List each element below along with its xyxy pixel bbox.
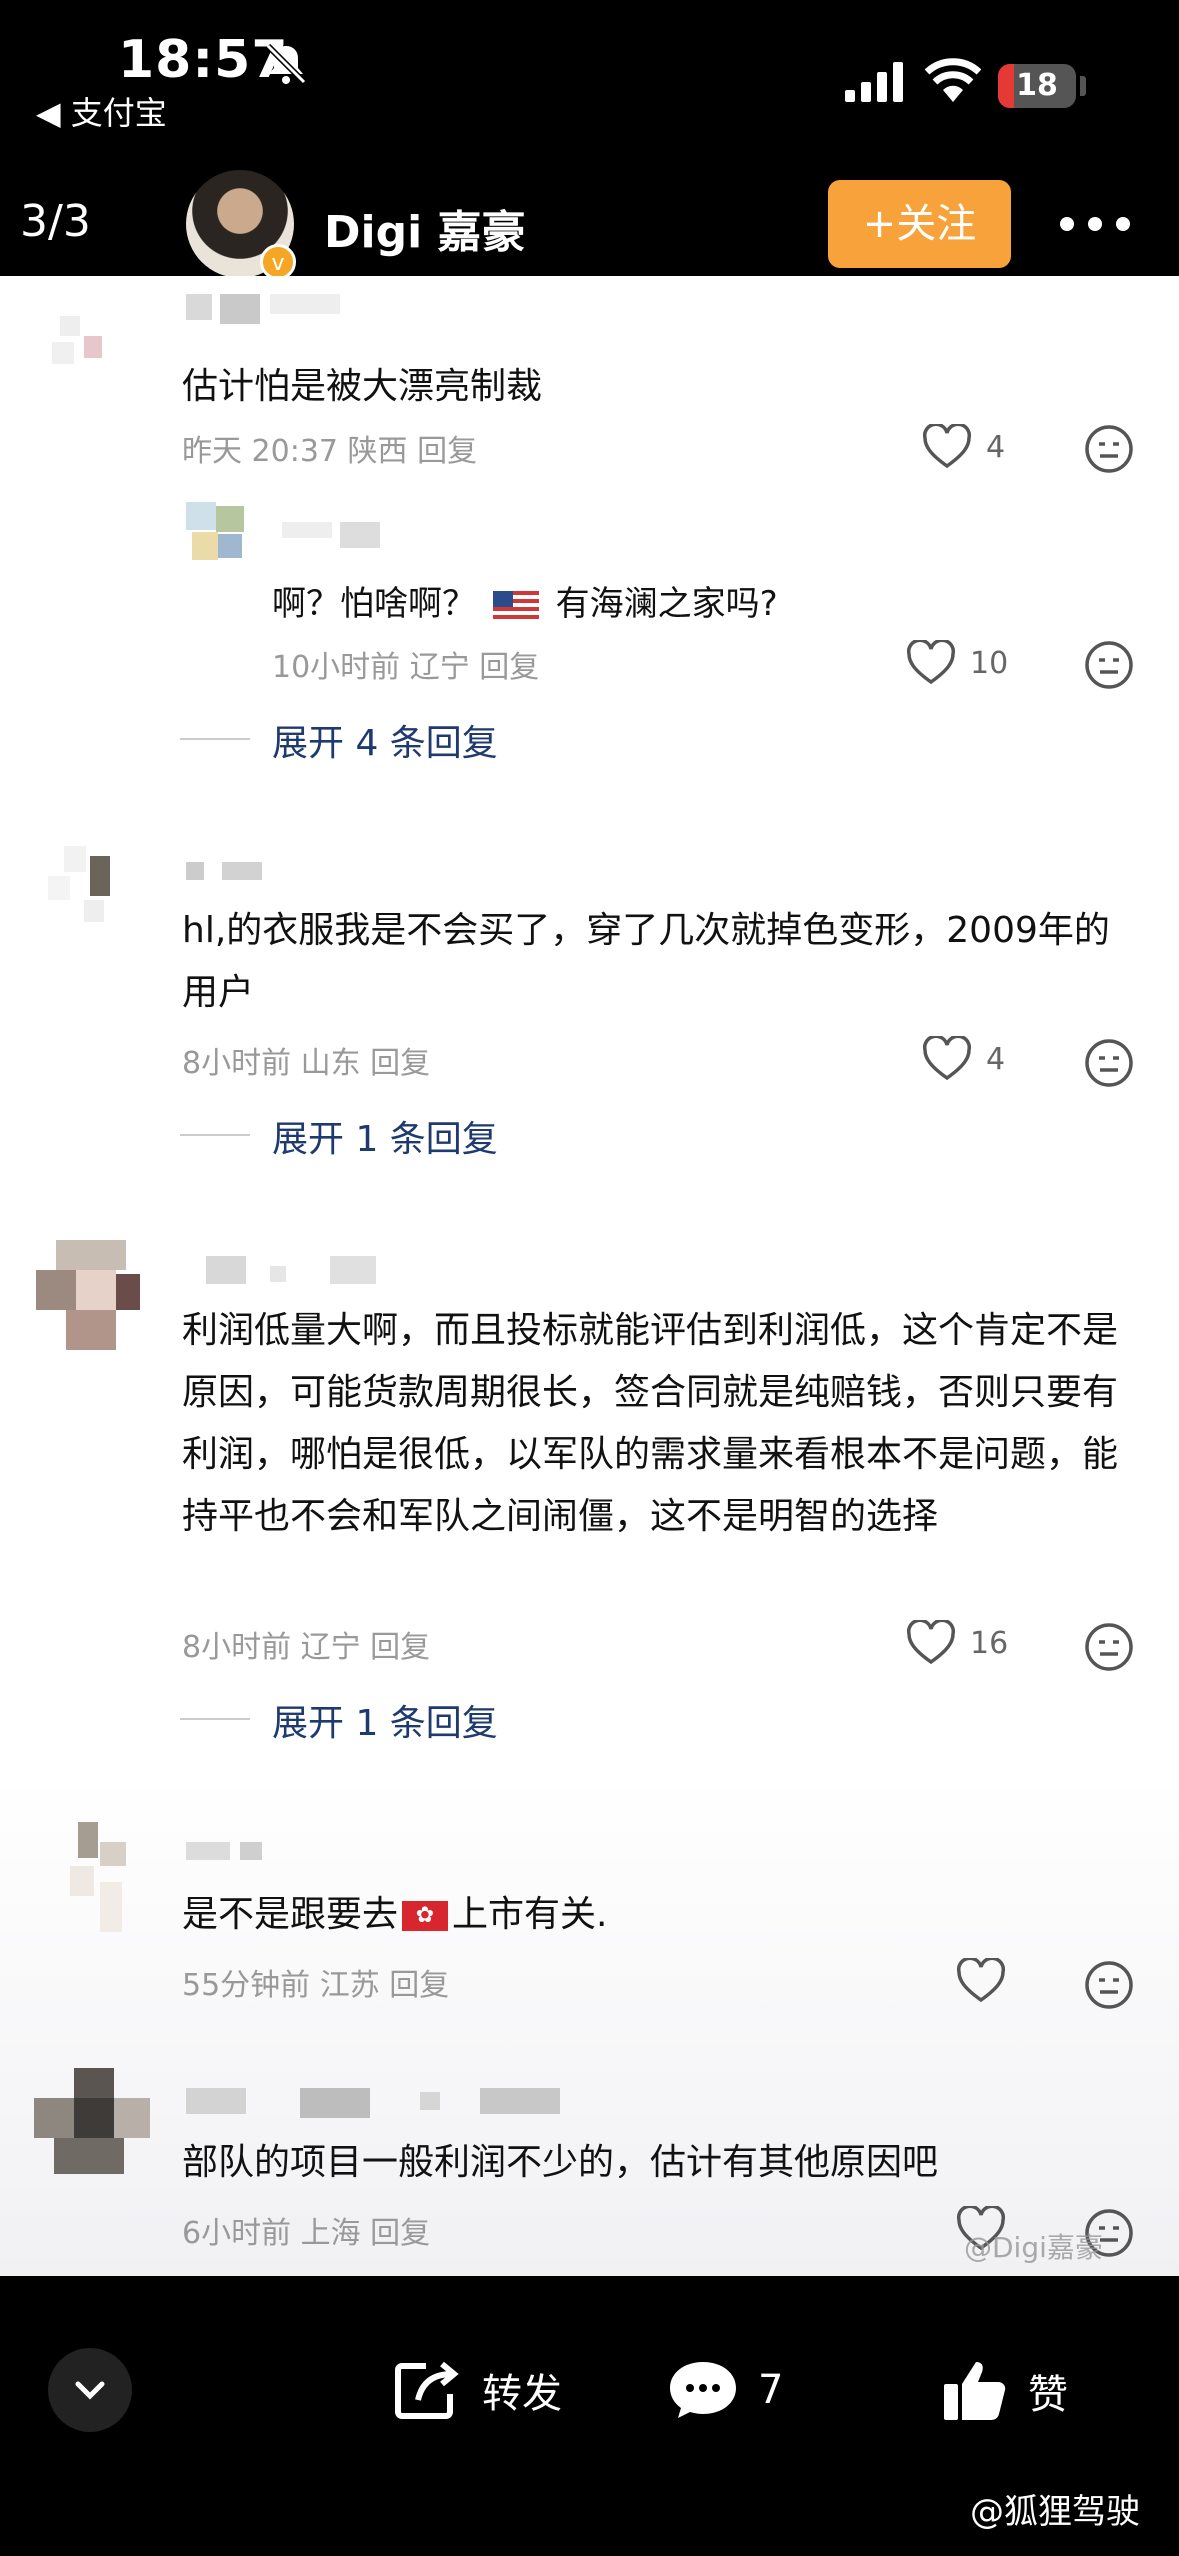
repost-button[interactable]: 转发 bbox=[392, 2358, 562, 2422]
reply-meta[interactable]: 10小时前 辽宁 回复 bbox=[272, 642, 539, 686]
comment-text: 是不是跟要去 ✿ 上市有关. bbox=[182, 1894, 608, 1935]
blurred-username bbox=[186, 2088, 246, 2114]
commenter-avatar[interactable] bbox=[36, 1240, 146, 1350]
comment-meta[interactable]: 昨天 20:37 陕西 回复 bbox=[182, 426, 477, 470]
emoji-reaction-icon[interactable] bbox=[1084, 1622, 1134, 1672]
like-button[interactable] bbox=[956, 1958, 1020, 2004]
like-count: 10 bbox=[970, 645, 1009, 681]
status-bar: 18:57 ◀ 支付宝 18 bbox=[0, 0, 1179, 140]
comment-button[interactable]: 7 bbox=[666, 2358, 783, 2422]
expand-replies-button[interactable]: 展开 1 条回复 bbox=[180, 1110, 498, 1162]
blurred-username bbox=[186, 1842, 230, 1860]
emoji-reaction-icon[interactable] bbox=[1084, 1960, 1134, 2010]
heart-icon bbox=[956, 1958, 1006, 2003]
commenter-avatar[interactable] bbox=[34, 2068, 154, 2178]
comment-text: 估计怕是被大漂亮制裁 bbox=[182, 366, 543, 407]
heart-icon bbox=[922, 1036, 972, 1081]
more-options-icon[interactable] bbox=[1060, 216, 1144, 235]
comment-meta[interactable]: 6小时前 上海 回复 bbox=[182, 2208, 430, 2252]
like-count: 16 bbox=[970, 1625, 1009, 1661]
heart-icon bbox=[906, 1620, 956, 1665]
like-button[interactable]: 4 bbox=[922, 1036, 1005, 1082]
blurred-username bbox=[206, 1256, 246, 1284]
repost-label: 转发 bbox=[482, 2371, 562, 2417]
collapse-button[interactable] bbox=[48, 2348, 132, 2432]
blurred-username bbox=[282, 522, 332, 538]
emoji-reaction-icon[interactable] bbox=[1084, 640, 1134, 690]
comment-meta[interactable]: 8小时前 辽宁 回复 bbox=[182, 1622, 430, 1666]
blurred-username bbox=[186, 862, 204, 880]
like-button[interactable]: 16 bbox=[906, 1620, 1008, 1666]
reply-text: 啊？怕啥啊？ 有海澜之家吗? bbox=[272, 584, 778, 624]
emoji-reaction-icon[interactable] bbox=[1084, 1038, 1134, 1088]
comment-list: 估计怕是被大漂亮制裁 昨天 20:37 陕西 回复 4 啊？怕啥啊？ 有海澜之家… bbox=[0, 276, 1179, 2276]
page-indicator: 3/3 bbox=[20, 196, 91, 247]
like-post-button[interactable]: 赞 bbox=[940, 2358, 1068, 2424]
chevron-down-icon bbox=[75, 2381, 105, 2400]
verified-badge-icon: v bbox=[260, 244, 296, 280]
comment-count: 7 bbox=[758, 2367, 784, 2413]
back-to-app-link[interactable]: ◀ 支付宝 bbox=[36, 88, 167, 134]
emoji-reaction-icon[interactable] bbox=[1084, 424, 1134, 474]
like-label: 赞 bbox=[1028, 2372, 1068, 2418]
follow-button[interactable]: +关注 bbox=[828, 180, 1011, 268]
commenter-avatar[interactable] bbox=[40, 846, 124, 930]
us-flag-icon bbox=[492, 590, 539, 621]
share-icon bbox=[395, 2361, 459, 2419]
reply-avatar[interactable] bbox=[186, 502, 244, 560]
cellular-signal-icon bbox=[845, 62, 903, 102]
heart-icon bbox=[906, 640, 956, 685]
post-header: 3/3 v Digi 嘉豪 +关注 bbox=[0, 140, 1179, 280]
weibo-watermark: @Digi嘉豪 bbox=[964, 2231, 1103, 2264]
thumbs-up-icon bbox=[944, 2362, 1006, 2420]
like-button[interactable]: 4 bbox=[922, 424, 1005, 470]
author-name[interactable]: Digi 嘉豪 bbox=[324, 196, 526, 260]
comment-meta[interactable]: 55分钟前 江苏 回复 bbox=[182, 1960, 449, 2004]
comment-text: hl,的衣服我是不会买了，穿了几次就掉色变形，2009年的用户 bbox=[182, 910, 1110, 1013]
like-count: 4 bbox=[986, 429, 1006, 465]
commenter-avatar[interactable] bbox=[40, 316, 124, 400]
comment-text: 部队的项目一般利润不少的，估计有其他原因吧 bbox=[182, 2142, 939, 2183]
blurred-username bbox=[186, 294, 212, 320]
wifi-icon bbox=[925, 58, 981, 102]
like-button[interactable]: 10 bbox=[906, 640, 1008, 686]
battery-indicator: 18 bbox=[998, 64, 1076, 108]
expand-replies-button[interactable]: 展开 4 条回复 bbox=[180, 714, 498, 766]
heart-icon bbox=[922, 424, 972, 469]
outer-watermark: @狐狸驾驶 bbox=[970, 2492, 1140, 2532]
commenter-avatar[interactable] bbox=[70, 1822, 140, 1932]
hong-kong-flag-icon: ✿ bbox=[402, 1901, 449, 1931]
comment-text: 利润低量大啊，而且投标就能评估到利润低，这个肯定不是原因，可能货款周期很长，签合… bbox=[182, 1310, 1119, 1537]
expand-replies-button[interactable]: 展开 1 条回复 bbox=[180, 1694, 498, 1746]
comment-bubble-icon bbox=[670, 2362, 736, 2418]
comment-meta[interactable]: 8小时前 山东 回复 bbox=[182, 1038, 430, 1082]
battery-level: 18 bbox=[1016, 68, 1058, 103]
bottom-action-bar: 转发 7 赞 @狐狸驾驶 bbox=[0, 2276, 1179, 2556]
mute-bell-icon bbox=[265, 43, 307, 85]
like-count: 4 bbox=[986, 1041, 1006, 1077]
